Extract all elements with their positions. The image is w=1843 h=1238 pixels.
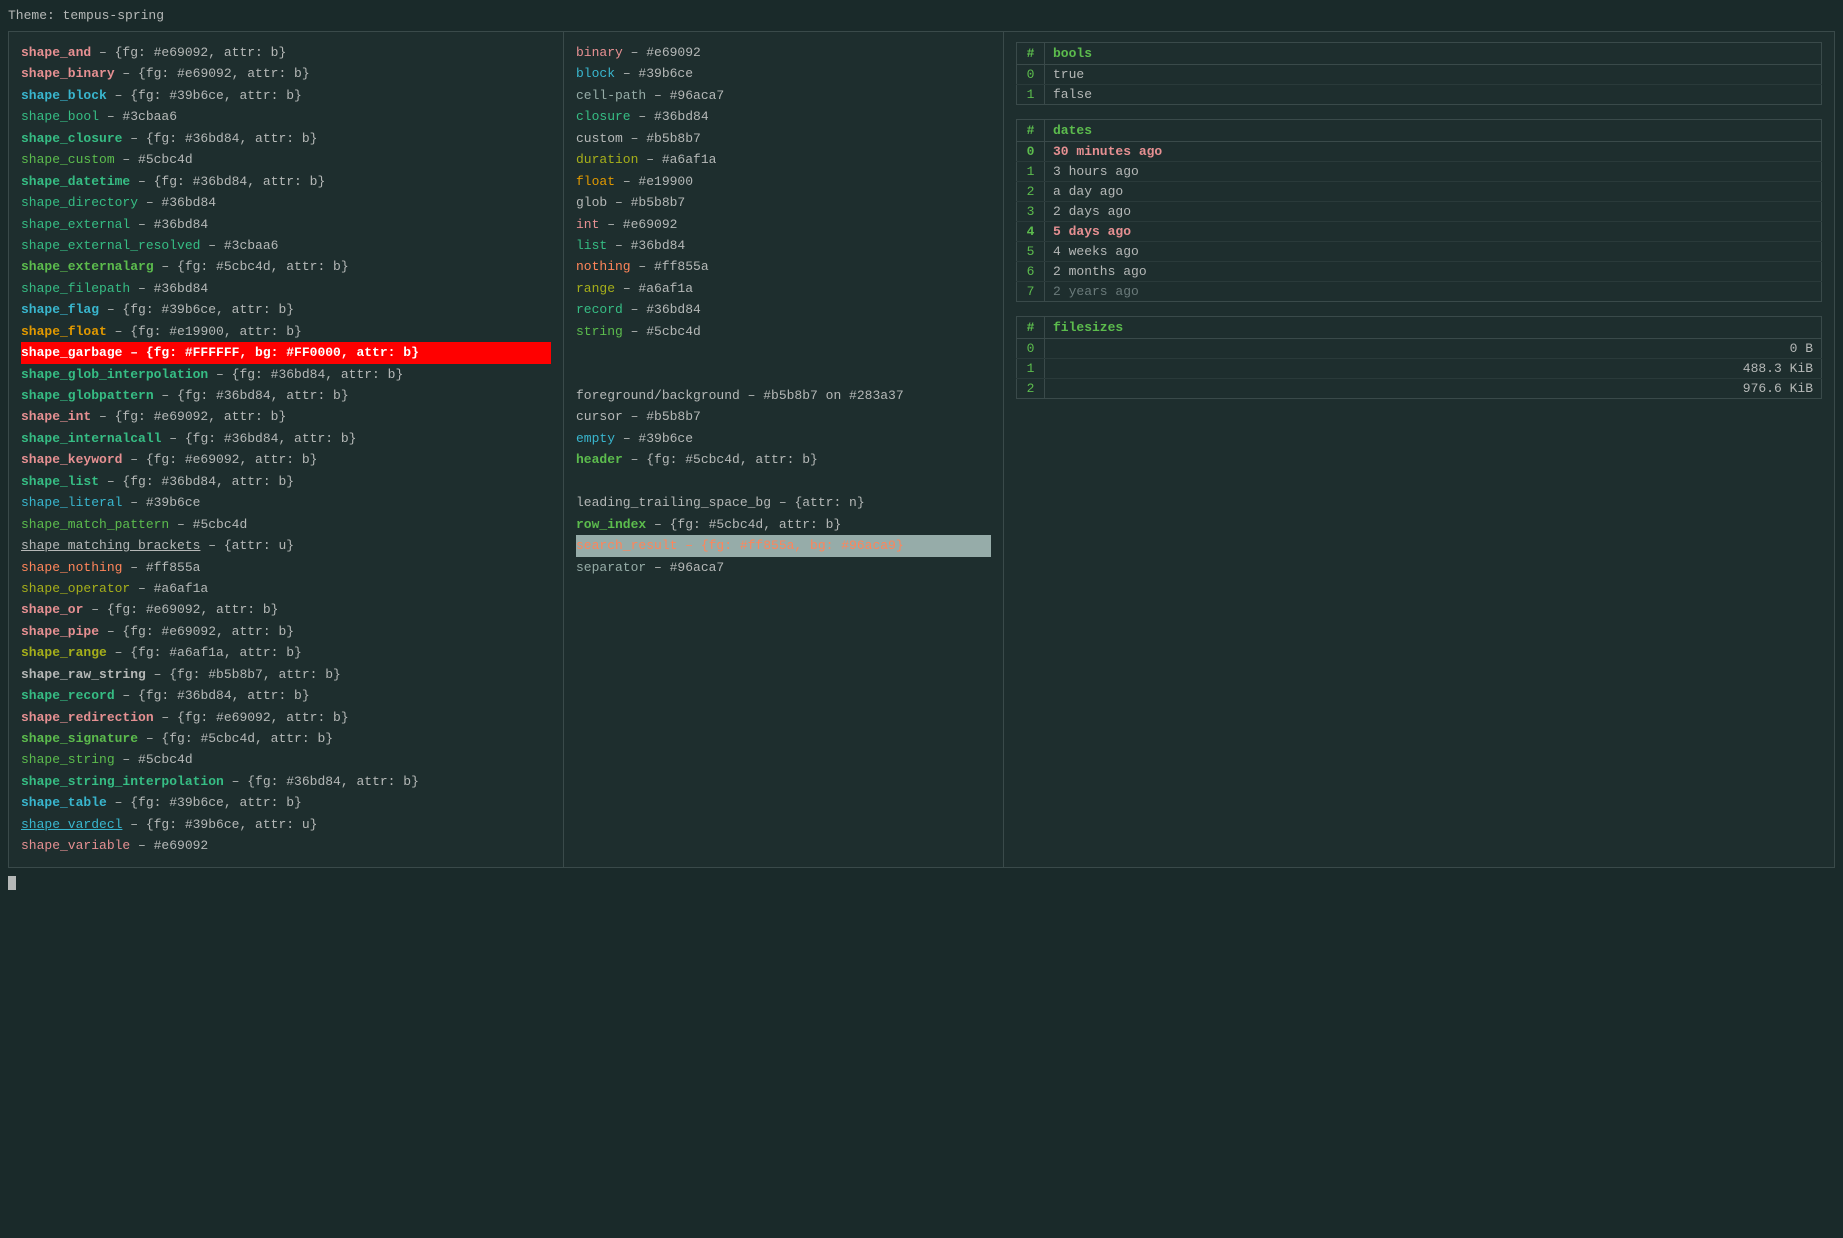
dates-row-6-value: 2 months ago xyxy=(1045,262,1822,282)
bools-hash-header: # xyxy=(1017,43,1045,65)
dates-row-6: 6 2 months ago xyxy=(1017,262,1822,282)
line-shape-match-pattern: shape_match_pattern – #5cbc4d xyxy=(21,514,551,535)
bools-row-0-value: true xyxy=(1045,65,1822,85)
bools-row-0: 0 true xyxy=(1017,65,1822,85)
line-shape-pipe: shape_pipe – {fg: #e69092, attr: b} xyxy=(21,621,551,642)
dates-row-0-num: 0 xyxy=(1017,142,1045,162)
types-column: binary – #e69092 block – #39b6ce cell-pa… xyxy=(564,32,1004,867)
line-shape-operator: shape_operator – #a6af1a xyxy=(21,578,551,599)
bools-row-0-num: 0 xyxy=(1017,65,1045,85)
line-shape-string: shape_string – #5cbc4d xyxy=(21,749,551,770)
line-shape-or: shape_or – {fg: #e69092, attr: b} xyxy=(21,599,551,620)
filesizes-hash-header: # xyxy=(1017,317,1045,339)
dates-row-7-value: 2 years ago xyxy=(1045,282,1822,302)
line-shape-datetime: shape_datetime – {fg: #36bd84, attr: b} xyxy=(21,171,551,192)
dates-table: # dates 0 30 minutes ago 1 3 hours ago 2 xyxy=(1016,119,1822,302)
line-shape-literal: shape_literal – #39b6ce xyxy=(21,492,551,513)
bools-row-1-value: false xyxy=(1045,85,1822,105)
dates-row-2-num: 2 xyxy=(1017,182,1045,202)
line-shape-float: shape_float – {fg: #e19900, attr: b} xyxy=(21,321,551,342)
dates-row-4: 4 5 days ago xyxy=(1017,222,1822,242)
line-shape-binary: shape_binary – {fg: #e69092, attr: b} xyxy=(21,63,551,84)
dates-row-2: 2 a day ago xyxy=(1017,182,1822,202)
line-shape-glob-interpolation: shape_glob_interpolation – {fg: #36bd84,… xyxy=(21,364,551,385)
line-shape-external: shape_external – #36bd84 xyxy=(21,214,551,235)
line-shape-filepath: shape_filepath – #36bd84 xyxy=(21,278,551,299)
dates-row-6-num: 6 xyxy=(1017,262,1045,282)
dates-row-5-value: 4 weeks ago xyxy=(1045,242,1822,262)
line-shape-raw-string: shape_raw_string – {fg: #b5b8b7, attr: b… xyxy=(21,664,551,685)
line-shape-internalcall: shape_internalcall – {fg: #36bd84, attr:… xyxy=(21,428,551,449)
filesizes-col-header: filesizes xyxy=(1045,317,1822,339)
filesizes-row-2-num: 2 xyxy=(1017,379,1045,399)
bools-row-1: 1 false xyxy=(1017,85,1822,105)
line-shape-custom: shape_custom – #5cbc4d xyxy=(21,149,551,170)
line-shape-keyword: shape_keyword – {fg: #e69092, attr: b} xyxy=(21,449,551,470)
line-shape-variable: shape_variable – #e69092 xyxy=(21,835,551,856)
line-shape-range: shape_range – {fg: #a6af1a, attr: b} xyxy=(21,642,551,663)
dates-row-7: 7 2 years ago xyxy=(1017,282,1822,302)
bools-col-header: bools xyxy=(1045,43,1822,65)
dates-row-4-value: 5 days ago xyxy=(1045,222,1822,242)
dates-row-3-num: 3 xyxy=(1017,202,1045,222)
bools-row-1-num: 1 xyxy=(1017,85,1045,105)
terminal-cursor xyxy=(8,876,16,890)
tables-column: # bools 0 true 1 false xyxy=(1004,32,1834,867)
line-shape-external-resolved: shape_external_resolved – #3cbaa6 xyxy=(21,235,551,256)
line-shape-block: shape_block – {fg: #39b6ce, attr: b} xyxy=(21,85,551,106)
line-shape-string-interpolation: shape_string_interpolation – {fg: #36bd8… xyxy=(21,771,551,792)
dates-row-3: 3 2 days ago xyxy=(1017,202,1822,222)
dates-row-0-value: 30 minutes ago xyxy=(1045,142,1822,162)
line-shape-table: shape_table – {fg: #39b6ce, attr: b} xyxy=(21,792,551,813)
dates-row-2-value: a day ago xyxy=(1045,182,1822,202)
dates-row-5-num: 5 xyxy=(1017,242,1045,262)
line-shape-nothing: shape_nothing – #ff855a xyxy=(21,557,551,578)
line-shape-globpattern: shape_globpattern – {fg: #36bd84, attr: … xyxy=(21,385,551,406)
theme-title: Theme: tempus-spring xyxy=(8,8,1835,23)
shapes-column: shape_and – {fg: #e69092, attr: b} shape… xyxy=(9,32,564,867)
dates-row-4-num: 4 xyxy=(1017,222,1045,242)
line-shape-and: shape_and – {fg: #e69092, attr: b} xyxy=(21,42,551,63)
line-shape-directory: shape_directory – #36bd84 xyxy=(21,192,551,213)
dates-row-5: 5 4 weeks ago xyxy=(1017,242,1822,262)
line-shape-int: shape_int – {fg: #e69092, attr: b} xyxy=(21,406,551,427)
line-shape-redirection: shape_redirection – {fg: #e69092, attr: … xyxy=(21,707,551,728)
filesizes-row-0: 0 0 B xyxy=(1017,339,1822,359)
line-shape-externalarg: shape_externalarg – {fg: #5cbc4d, attr: … xyxy=(21,256,551,277)
dates-row-1-num: 1 xyxy=(1017,162,1045,182)
dates-hash-header: # xyxy=(1017,120,1045,142)
line-shape-record: shape_record – {fg: #36bd84, attr: b} xyxy=(21,685,551,706)
filesizes-row-1: 1 488.3 KiB xyxy=(1017,359,1822,379)
dates-row-3-value: 2 days ago xyxy=(1045,202,1822,222)
line-shape-list: shape_list – {fg: #36bd84, attr: b} xyxy=(21,471,551,492)
line-shape-flag: shape_flag – {fg: #39b6ce, attr: b} xyxy=(21,299,551,320)
filesizes-row-1-num: 1 xyxy=(1017,359,1045,379)
dates-row-1-value: 3 hours ago xyxy=(1045,162,1822,182)
line-shape-vardecl: shape_vardecl – {fg: #39b6ce, attr: u} xyxy=(21,814,551,835)
line-shape-signature: shape_signature – {fg: #5cbc4d, attr: b} xyxy=(21,728,551,749)
filesizes-row-2: 2 976.6 KiB xyxy=(1017,379,1822,399)
line-shape-garbage: shape_garbage – {fg: #FFFFFF, bg: #FF000… xyxy=(21,342,551,363)
dates-col-header: dates xyxy=(1045,120,1822,142)
line-shape-bool: shape_bool – #3cbaa6 xyxy=(21,106,551,127)
filesizes-row-1-value: 488.3 KiB xyxy=(1045,359,1822,379)
filesizes-row-2-value: 976.6 KiB xyxy=(1045,379,1822,399)
line-shape-matching-brackets: shape_matching_brackets – {attr: u} xyxy=(21,535,551,556)
filesizes-table: # filesizes 0 0 B 1 488.3 KiB 2 xyxy=(1016,316,1822,399)
dates-row-7-num: 7 xyxy=(1017,282,1045,302)
filesizes-row-0-value: 0 B xyxy=(1045,339,1822,359)
bools-table: # bools 0 true 1 false xyxy=(1016,42,1822,105)
line-shape-closure: shape_closure – {fg: #36bd84, attr: b} xyxy=(21,128,551,149)
filesizes-row-0-num: 0 xyxy=(1017,339,1045,359)
dates-row-0: 0 30 minutes ago xyxy=(1017,142,1822,162)
dates-row-1: 1 3 hours ago xyxy=(1017,162,1822,182)
